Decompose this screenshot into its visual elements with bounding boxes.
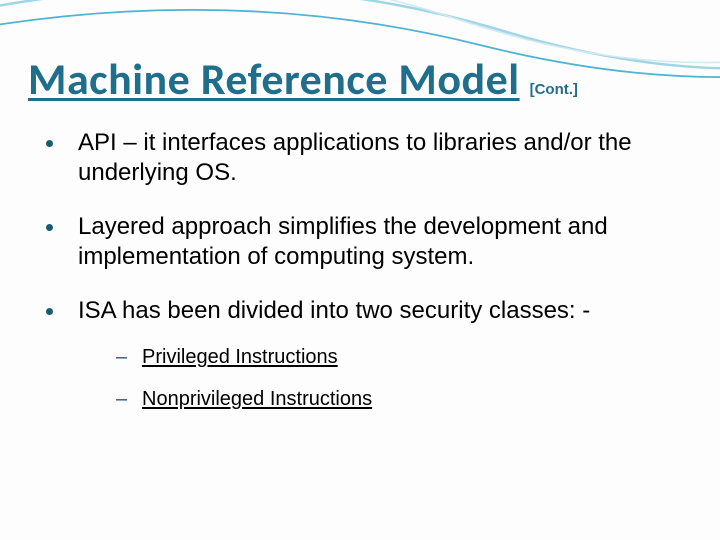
bullet-text: API – it interfaces applications to libr…	[78, 129, 632, 186]
slide-title: Machine Reference Model	[28, 52, 520, 106]
continuation-label: [Cont.]	[530, 81, 578, 98]
sub-bullet-list: Privileged Instructions Nonprivileged In…	[78, 344, 690, 412]
bullet-text: Layered approach simplifies the developm…	[78, 213, 608, 270]
bullet-item: Layered approach simplifies the developm…	[38, 212, 690, 272]
bullet-text: ISA has been divided into two security c…	[78, 297, 590, 324]
sub-bullet-item: Nonprivileged Instructions	[78, 386, 690, 412]
bullet-item: ISA has been divided into two security c…	[38, 296, 690, 412]
main-bullet-list: API – it interfaces applications to libr…	[38, 128, 690, 412]
title-row: Machine Reference Model [Cont.]	[28, 52, 700, 106]
sub-bullet-item: Privileged Instructions	[78, 344, 690, 370]
sub-bullet-text: Nonprivileged Instructions	[142, 388, 372, 410]
sub-bullet-text: Privileged Instructions	[142, 346, 338, 368]
content-area: API – it interfaces applications to libr…	[38, 128, 690, 436]
bullet-item: API – it interfaces applications to libr…	[38, 128, 690, 188]
